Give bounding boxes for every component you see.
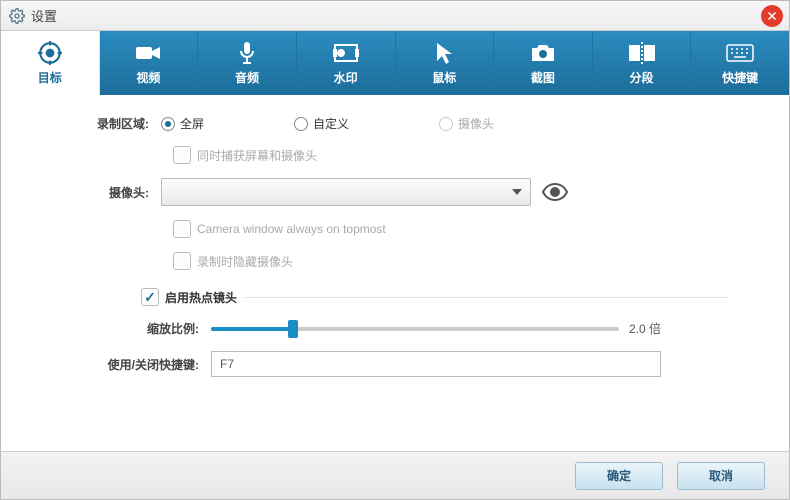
tab-snapshot[interactable]: 截图 [494,31,593,95]
tab-mouse[interactable]: 鼠标 [396,31,495,95]
checkbox-icon [173,252,191,270]
tab-label: 目标 [38,69,62,86]
tab-content: 录制区域: 全屏 自定义 摄像头 [1,95,789,451]
tab-video[interactable]: 视频 [100,31,199,95]
slider-fill [211,327,293,331]
zoom-slider[interactable] [211,327,619,331]
tab-label: 水印 [334,69,358,86]
keyboard-icon [726,41,754,65]
camera-select[interactable] [161,178,531,206]
radio-label: 自定义 [313,115,349,132]
checkbox-label: 启用热点镜头 [165,289,237,306]
checkbox-enable-hotspot[interactable]: 启用热点镜头 [141,288,237,306]
close-button[interactable] [761,5,783,27]
checkbox-hide-camera: 录制时隐藏摄像头 [173,252,293,270]
tab-label: 分段 [630,69,654,86]
tab-audio[interactable]: 音频 [198,31,297,95]
tab-label: 音频 [235,69,259,86]
camera-label: 摄像头: [61,184,161,201]
checkbox-icon [173,220,191,238]
radio-dot-icon [294,117,308,131]
slider-thumb[interactable] [288,320,298,338]
split-icon [629,41,655,65]
chevron-down-icon [512,189,522,195]
tab-segment[interactable]: 分段 [593,31,692,95]
tab-watermark[interactable]: 水印 [297,31,396,95]
preview-camera-button[interactable] [541,178,569,206]
footer: 确定 取消 [1,451,789,499]
microphone-icon [237,41,257,65]
zoom-value: 2.0 倍 [629,320,661,337]
radio-camera: 摄像头 [439,115,494,132]
camera-icon [530,41,556,65]
radio-fullscreen[interactable]: 全屏 [161,115,204,132]
checkbox-label: Camera window always on topmost [197,222,386,236]
tab-label: 视频 [136,69,160,86]
checkbox-capture-both: 同时捕获屏幕和摄像头 [173,146,317,164]
checkbox-label: 录制时隐藏摄像头 [197,253,293,270]
area-label: 录制区域: [61,115,161,132]
hotkey-label: 使用/关闭快捷键: [61,356,211,373]
eye-icon [542,183,568,201]
frame-icon [333,41,359,65]
cursor-icon [435,41,453,65]
hotkey-input[interactable] [211,351,661,377]
titlebar: 设置 [1,1,789,31]
divider [245,297,729,298]
button-label: 确定 [607,467,631,484]
area-radio-group: 全屏 自定义 摄像头 [161,115,494,132]
gear-icon [9,8,25,24]
checkbox-icon [173,146,191,164]
radio-label: 摄像头 [458,115,494,132]
checkbox-icon [141,288,159,306]
cancel-button[interactable]: 取消 [677,462,765,490]
radio-label: 全屏 [180,115,204,132]
tab-hotkey[interactable]: 快捷键 [691,31,789,95]
radio-custom[interactable]: 自定义 [294,115,349,132]
window-title: 设置 [31,6,57,25]
checkbox-label: 同时捕获屏幕和摄像头 [197,147,317,164]
zoom-label: 缩放比例: [61,320,211,337]
checkbox-always-top: Camera window always on topmost [173,220,386,238]
tab-label: 截图 [531,69,555,86]
tab-label: 鼠标 [432,69,456,86]
settings-window: 设置 目标 视频 音频 水印 [0,0,790,500]
tab-bar: 目标 视频 音频 水印 鼠标 [1,31,789,95]
tab-target[interactable]: 目标 [1,31,100,95]
button-label: 取消 [709,467,733,484]
camcorder-icon [135,41,161,65]
radio-dot-icon [439,117,453,131]
target-icon [37,41,63,65]
tab-label: 快捷键 [722,69,758,86]
ok-button[interactable]: 确定 [575,462,663,490]
radio-dot-icon [161,117,175,131]
